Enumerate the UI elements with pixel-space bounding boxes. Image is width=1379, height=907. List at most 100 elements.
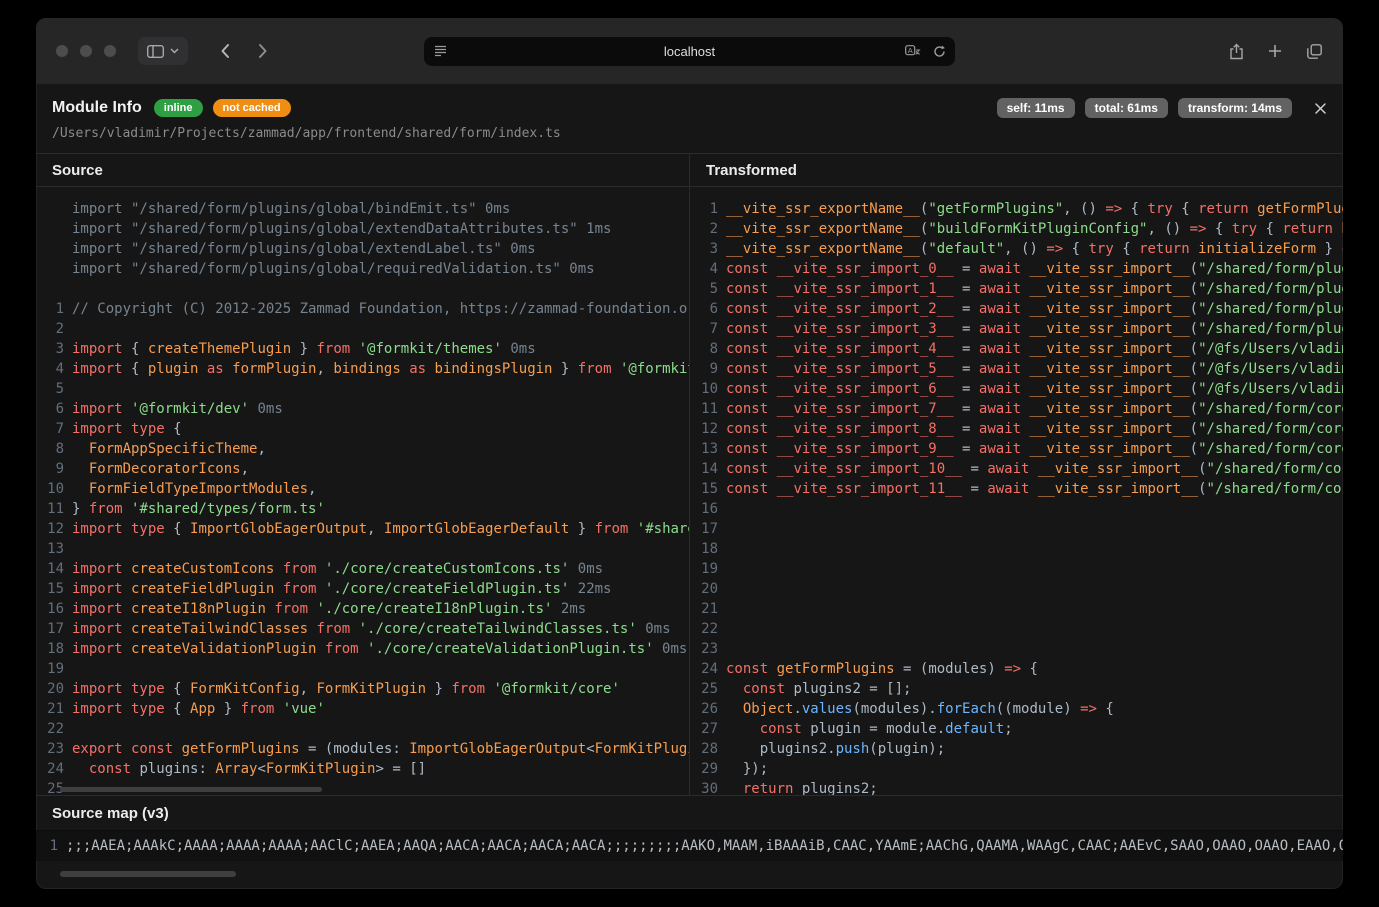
code-line: 5 <box>36 379 689 399</box>
back-button[interactable] <box>210 37 240 65</box>
timing-badge-self: self: 11ms <box>997 98 1075 118</box>
code-line: 15import createFieldPlugin from './core/… <box>36 579 689 599</box>
code-line: 28 plugins2.push(plugin); <box>690 739 1343 759</box>
translate-icon: A <box>905 45 921 58</box>
source-map-section: Source map (v3) 1 ;;;AAEA;AAAkC;AAAA;AAA… <box>36 795 1343 877</box>
code-line: 16import createI18nPlugin from './core/c… <box>36 599 689 619</box>
code-line: 13 <box>36 539 689 559</box>
share-button[interactable] <box>1221 37 1251 65</box>
code-line: 14import createCustomIcons from './core/… <box>36 559 689 579</box>
url-text: localhost <box>424 37 955 66</box>
plus-icon <box>1268 44 1282 58</box>
source-map-line-number: 1 <box>36 836 58 856</box>
tab-overview-icon <box>1307 44 1322 59</box>
code-line: 1// Copyright (C) 2012-2025 Zammad Found… <box>36 299 689 319</box>
source-horizontal-scrollbar[interactable] <box>60 787 322 792</box>
forward-button[interactable] <box>248 37 278 65</box>
url-bar[interactable]: localhost A <box>424 37 955 66</box>
share-icon <box>1229 43 1244 60</box>
code-line: 21import type { App } from 'vue' <box>36 699 689 719</box>
code-line: 4const __vite_ssr_import_0__ = await __v… <box>690 259 1343 279</box>
code-line: import "/shared/form/plugins/global/requ… <box>36 259 689 279</box>
code-line: 12import type { ImportGlobEagerOutput, I… <box>36 519 689 539</box>
source-panel-title: Source <box>36 154 689 187</box>
source-map-mappings: ;;;AAEA;AAAkC;AAAA;AAAA;AAAA;AAClC;AAEA;… <box>66 836 1343 856</box>
code-line: 26 Object.values(modules).forEach((modul… <box>690 699 1343 719</box>
code-line: 7const __vite_ssr_import_3__ = await __v… <box>690 319 1343 339</box>
source-map-line: 1 ;;;AAEA;AAAkC;AAAA;AAAA;AAAA;AAClC;AAE… <box>36 830 1343 861</box>
code-line: 17import createTailwindClasses from './c… <box>36 619 689 639</box>
code-line: 8 FormAppSpecificTheme, <box>36 439 689 459</box>
svg-text:A: A <box>908 46 913 55</box>
transformed-panel-title: Transformed <box>690 154 1343 187</box>
close-button[interactable] <box>1314 102 1327 115</box>
code-line: 5const __vite_ssr_import_1__ = await __v… <box>690 279 1343 299</box>
code-line: 22 <box>36 719 689 739</box>
traffic-lights <box>56 45 116 57</box>
status-badge-not-cached: not cached <box>213 99 291 117</box>
titlebar-right-buttons <box>1221 37 1329 65</box>
code-line: import "/shared/form/plugins/global/exte… <box>36 219 689 239</box>
translate-button[interactable]: A <box>905 45 921 58</box>
file-path: /Users/vladimir/Projects/zammad/app/fron… <box>36 126 1343 153</box>
source-code[interactable]: import "/shared/form/plugins/global/bind… <box>36 187 689 795</box>
code-line: 8const __vite_ssr_import_4__ = await __v… <box>690 339 1343 359</box>
traffic-light-minimize[interactable] <box>80 45 92 57</box>
code-line: 18import createValidationPlugin from './… <box>36 639 689 659</box>
code-line: 4import { plugin as formPlugin, bindings… <box>36 359 689 379</box>
code-line: 6const __vite_ssr_import_2__ = await __v… <box>690 299 1343 319</box>
reload-icon <box>933 45 946 58</box>
code-line: 1__vite_ssr_exportName__("getFormPlugins… <box>690 199 1343 219</box>
source-map-horizontal-scrollbar[interactable] <box>60 871 236 877</box>
code-line: 21 <box>690 599 1343 619</box>
code-line: 9const __vite_ssr_import_5__ = await __v… <box>690 359 1343 379</box>
code-line: 12const __vite_ssr_import_8__ = await __… <box>690 419 1343 439</box>
code-line: 13const __vite_ssr_import_9__ = await __… <box>690 439 1343 459</box>
reload-button[interactable] <box>933 45 946 58</box>
code-line: 23export const getFormPlugins = (modules… <box>36 739 689 759</box>
chevron-left-icon <box>220 43 230 59</box>
code-line: 2 <box>36 319 689 339</box>
traffic-light-zoom[interactable] <box>104 45 116 57</box>
code-panels: Source import "/shared/form/plugins/glob… <box>36 153 1343 795</box>
code-line: 11const __vite_ssr_import_7__ = await __… <box>690 399 1343 419</box>
code-line: 3__vite_ssr_exportName__("default", () =… <box>690 239 1343 259</box>
traffic-light-close[interactable] <box>56 45 68 57</box>
code-line: 30 return plugins2; <box>690 779 1343 795</box>
code-line: 19 <box>36 659 689 679</box>
browser-window: localhost A Module Info in <box>36 18 1343 889</box>
code-line: 27 const plugin = module.default; <box>690 719 1343 739</box>
tab-overview-button[interactable] <box>1299 37 1329 65</box>
status-badge-inline: inline <box>154 99 203 117</box>
new-tab-button[interactable] <box>1260 37 1290 65</box>
source-panel: Source import "/shared/form/plugins/glob… <box>36 154 690 795</box>
code-line: 9 FormDecoratorIcons, <box>36 459 689 479</box>
code-line: 15const __vite_ssr_import_11__ = await _… <box>690 479 1343 499</box>
sidebar-toggle-button[interactable] <box>138 37 188 65</box>
code-line: 14const __vite_ssr_import_10__ = await _… <box>690 459 1343 479</box>
code-line: 24 const plugins: Array<FormKitPlugin> =… <box>36 759 689 779</box>
code-line: 16 <box>690 499 1343 519</box>
code-line: 18 <box>690 539 1343 559</box>
source-map-title: Source map (v3) <box>36 796 1343 830</box>
chevron-right-icon <box>258 43 268 59</box>
code-line: 11} from '#shared/types/form.ts' <box>36 499 689 519</box>
code-line: 2__vite_ssr_exportName__("buildFormKitPl… <box>690 219 1343 239</box>
page-title: Module Info <box>52 99 142 117</box>
close-icon <box>1314 102 1327 115</box>
code-line: 10 FormFieldTypeImportModules, <box>36 479 689 499</box>
code-line: import "/shared/form/plugins/global/exte… <box>36 239 689 259</box>
code-line: 6import '@formkit/dev' 0ms <box>36 399 689 419</box>
code-line: 7import type { <box>36 419 689 439</box>
browser-titlebar: localhost A <box>36 18 1343 84</box>
code-line <box>36 279 689 299</box>
transformed-panel: Transformed 1__vite_ssr_exportName__("ge… <box>690 154 1343 795</box>
sidebar-icon <box>147 45 164 58</box>
code-line: 20import type { FormKitConfig, FormKitPl… <box>36 679 689 699</box>
code-line: import "/shared/form/plugins/global/bind… <box>36 199 689 219</box>
code-line: 29 }); <box>690 759 1343 779</box>
transformed-code[interactable]: 1__vite_ssr_exportName__("getFormPlugins… <box>690 187 1343 795</box>
chevron-down-icon <box>170 48 179 54</box>
code-line: 23 <box>690 639 1343 659</box>
module-info-header: Module Info inline not cached self: 11ms… <box>36 84 1343 126</box>
